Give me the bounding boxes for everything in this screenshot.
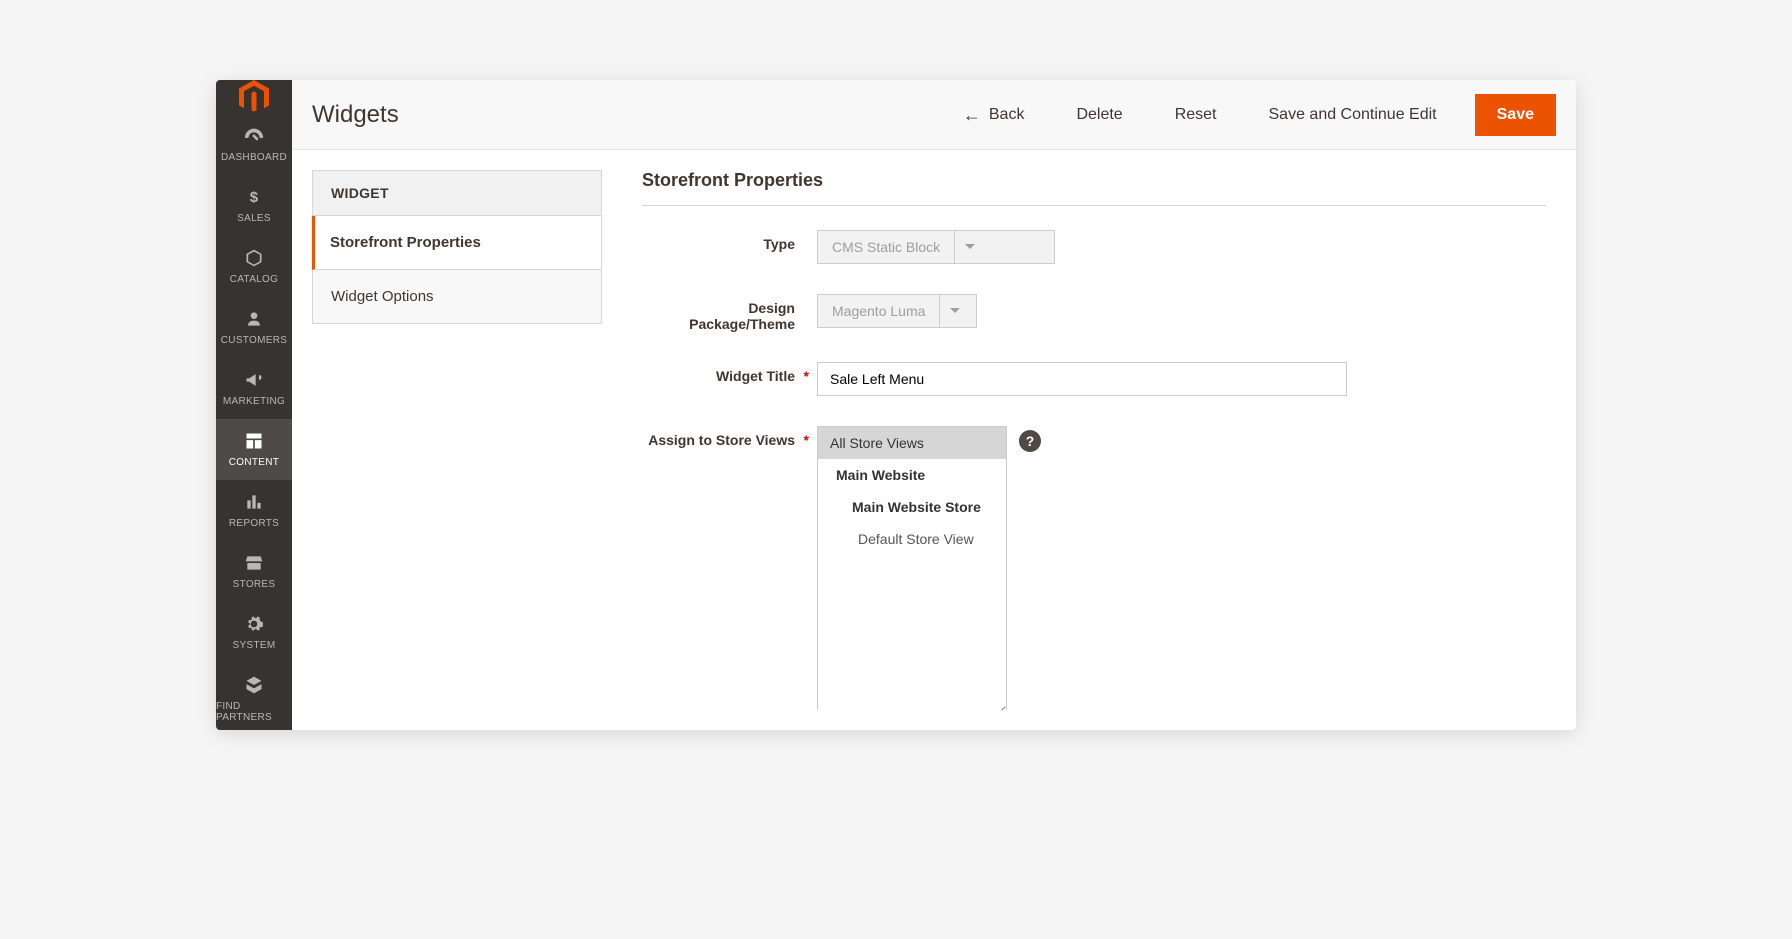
save-continue-button[interactable]: Save and Continue Edit [1255,96,1451,134]
nav-label: STORES [233,579,276,590]
tab-label: Widget Options [331,288,434,305]
megaphone-icon [242,368,266,392]
label-store-views: Assign to Store Views [642,426,817,448]
reset-label: Reset [1175,106,1217,124]
nav-label: SYSTEM [233,640,276,651]
nav-label: DASHBOARD [221,152,287,163]
store-view-option[interactable]: Main Website [818,459,1006,491]
nav-label: SALES [237,213,271,224]
section-title: Storefront Properties [642,170,1546,206]
theme-select: Magento Luma [817,294,977,328]
nav-customers[interactable]: CUSTOMERS [216,297,292,358]
back-label: Back [989,106,1025,124]
arrow-left-icon: ← [963,106,981,124]
nav-label: CONTENT [229,457,279,468]
bar-chart-icon [242,490,266,514]
store-view-option[interactable]: All Store Views [818,427,1006,459]
label-theme: Design Package/Theme [642,294,817,332]
save-label: Save [1497,106,1534,124]
row-theme: Design Package/Theme Magento Luma [642,294,1546,332]
app-frame: DASHBOARD $ SALES CATALOG CUSTOMERS MARK… [0,0,1792,939]
nav-label: CUSTOMERS [221,335,287,346]
label-widget-title: Widget Title [642,362,817,384]
help-icon[interactable]: ? [1019,430,1041,452]
nav-label: MARKETING [223,396,285,407]
tabs-heading: WIDGET [312,170,602,216]
partners-icon [242,673,266,697]
reset-button[interactable]: Reset [1161,96,1231,134]
chevron-down-icon [939,294,969,328]
gear-icon [242,612,266,636]
row-type: Type CMS Static Block [642,230,1546,264]
save-continue-label: Save and Continue Edit [1269,106,1437,124]
admin-iconbar: DASHBOARD $ SALES CATALOG CUSTOMERS MARK… [216,80,292,730]
nav-sales[interactable]: $ SALES [216,175,292,236]
type-value: CMS Static Block [818,239,954,255]
page-title: Widgets [312,101,399,129]
label-type: Type [642,230,817,252]
nav-label: CATALOG [230,274,278,285]
storefront-icon [242,551,266,575]
store-view-option[interactable]: Main Website Store [818,491,1006,523]
delete-label: Delete [1076,106,1122,124]
person-icon [242,307,266,331]
nav-label: REPORTS [229,518,279,529]
chevron-down-icon [954,230,984,264]
row-store-views: Assign to Store Views All Store ViewsMai… [642,426,1546,710]
tab-label: Storefront Properties [330,234,481,251]
box-icon [242,246,266,270]
save-button[interactable]: Save [1475,94,1556,136]
tab-widget-options[interactable]: Widget Options [312,270,602,324]
nav-catalog[interactable]: CATALOG [216,236,292,297]
nav-label: FIND PARTNERS [216,701,292,723]
theme-value: Magento Luma [818,303,939,319]
page-toolbar: Widgets ← Back Delete Reset Save and Con… [292,80,1576,150]
gauge-icon [242,124,266,148]
admin-window: DASHBOARD $ SALES CATALOG CUSTOMERS MARK… [216,80,1576,730]
tab-storefront-properties[interactable]: Storefront Properties [312,216,602,270]
dollar-icon: $ [242,185,266,209]
store-views-multiselect[interactable]: All Store ViewsMain WebsiteMain Website … [817,426,1007,710]
svg-text:$: $ [250,189,259,206]
nav-stores[interactable]: STORES [216,541,292,602]
back-button[interactable]: ← Back [949,96,1039,134]
magento-logo [216,80,292,114]
nav-find-partners[interactable]: FIND PARTNERS [216,663,292,730]
store-view-option[interactable]: Default Store View [818,523,1006,555]
type-select: CMS Static Block [817,230,1055,264]
nav-system[interactable]: SYSTEM [216,602,292,663]
main-column: Widgets ← Back Delete Reset Save and Con… [292,80,1576,730]
nav-dashboard[interactable]: DASHBOARD [216,114,292,175]
layout-icon [242,429,266,453]
side-tabs: WIDGET Storefront Properties Widget Opti… [312,170,602,710]
nav-reports[interactable]: REPORTS [216,480,292,541]
page-body: WIDGET Storefront Properties Widget Opti… [292,150,1576,730]
nav-marketing[interactable]: MARKETING [216,358,292,419]
delete-button[interactable]: Delete [1062,96,1136,134]
row-widget-title: Widget Title [642,362,1546,396]
widget-title-input[interactable] [817,362,1347,396]
form-area: Storefront Properties Type CMS Static Bl… [632,170,1556,710]
nav-content[interactable]: CONTENT [216,419,292,480]
